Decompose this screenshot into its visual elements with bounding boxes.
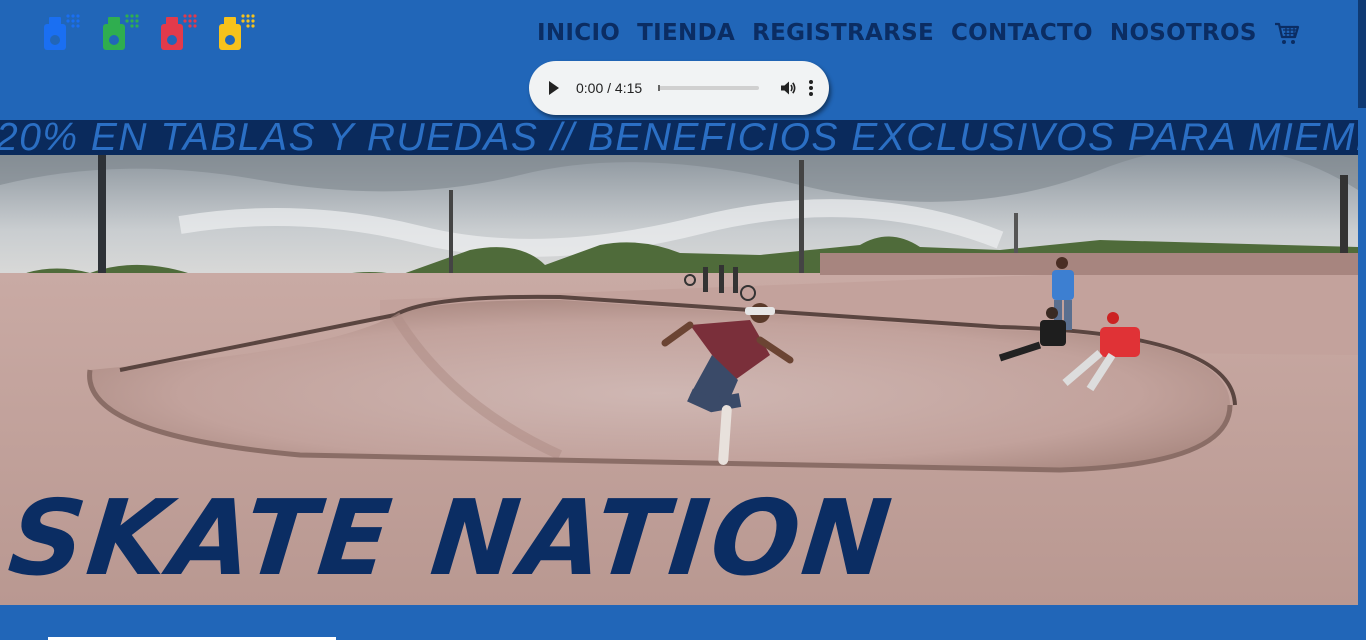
audio-seek-bar[interactable] xyxy=(658,85,759,91)
play-icon[interactable] xyxy=(549,81,559,95)
volume-icon[interactable] xyxy=(779,79,797,97)
nav-registrarse[interactable]: REGISTRARSE xyxy=(752,20,934,46)
site-header: INICIO TIENDA REGISTRARSE CONTACTO NOSOT… xyxy=(0,0,1358,120)
hero-banner: SKATE NATION xyxy=(0,155,1358,605)
promo-text: 20% EN TABLAS Y RUEDAS // BENEFICIOS EXC… xyxy=(0,120,1358,155)
hero-title: SKATE NATION xyxy=(3,477,900,599)
spray-can-green-icon[interactable] xyxy=(101,12,141,52)
nav-contacto[interactable]: CONTACTO xyxy=(951,20,1093,46)
main-nav: INICIO TIENDA REGISTRARSE CONTACTO NOSOT… xyxy=(537,16,1301,50)
promo-marquee: 20% EN TABLAS Y RUEDAS // BENEFICIOS EXC… xyxy=(0,120,1358,155)
scrollbar-thumb[interactable] xyxy=(1358,0,1366,108)
nav-nosotros[interactable]: NOSOTROS xyxy=(1110,20,1257,46)
shopping-cart-icon[interactable] xyxy=(1273,19,1301,47)
spray-can-blue-icon[interactable] xyxy=(42,12,82,52)
nav-inicio[interactable]: INICIO xyxy=(537,20,620,46)
page-scrollbar[interactable] xyxy=(1358,0,1366,640)
audio-player: 0:00 / 4:15 xyxy=(529,61,829,115)
more-options-icon[interactable] xyxy=(809,80,813,96)
spray-can-red-icon[interactable] xyxy=(159,12,199,52)
audio-time: 0:00 / 4:15 xyxy=(576,80,643,96)
nav-tienda[interactable]: TIENDA xyxy=(637,20,735,46)
spray-can-yellow-icon[interactable] xyxy=(217,12,257,52)
